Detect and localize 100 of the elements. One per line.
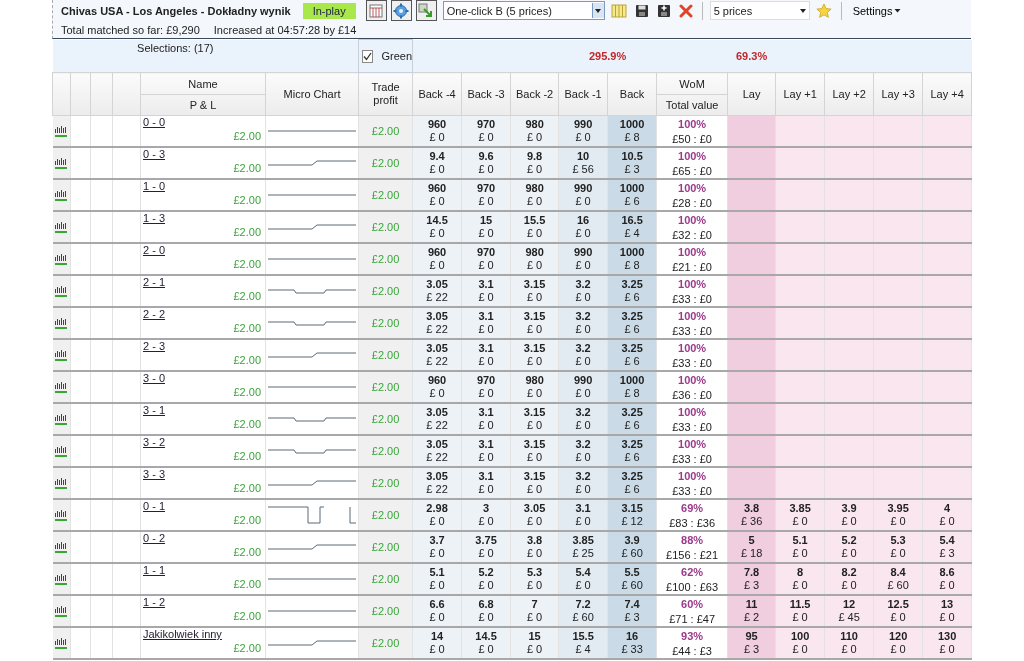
column-header[interactable]: Lay <box>727 72 776 116</box>
column-header[interactable]: Lay +2 <box>824 72 874 116</box>
back-price-cell[interactable]: 16.5 £ 4 <box>607 211 657 243</box>
back-price-cell[interactable]: 970 £ 0 <box>461 115 511 147</box>
back-price-cell[interactable]: 980 £ 0 <box>510 115 559 147</box>
star-icon[interactable] <box>815 2 832 19</box>
back-price-cell[interactable]: 960 £ 0 <box>412 371 462 403</box>
back-price-cell[interactable]: 3.15 £ 0 <box>510 339 559 371</box>
selection-link[interactable]: 2 - 1 <box>143 276 165 288</box>
back-price-cell[interactable]: 970 £ 0 <box>461 371 511 403</box>
selection-link[interactable]: 2 - 2 <box>143 308 165 320</box>
column-header[interactable]: Total value <box>657 93 728 115</box>
lay-price-cell[interactable]: 130 £ 0 <box>922 627 972 659</box>
lay-price-cell[interactable]: 5.1 £ 0 <box>775 531 825 563</box>
market-depth-icon[interactable] <box>54 156 69 170</box>
back-price-cell[interactable]: 3.15 £ 0 <box>510 403 559 435</box>
market-depth-icon[interactable] <box>54 284 69 298</box>
market-depth-icon[interactable] <box>54 604 69 618</box>
back-price-cell[interactable]: 3.2 £ 0 <box>558 275 608 307</box>
selection-link[interactable]: 0 - 2 <box>143 532 165 544</box>
back-price-cell[interactable]: 9.4 £ 0 <box>412 147 462 179</box>
selection-link[interactable]: 2 - 3 <box>143 340 165 352</box>
lay-price-cell[interactable]: 11 £ 2 <box>727 595 776 627</box>
selection-link[interactable]: 0 - 1 <box>143 500 165 512</box>
back-price-cell[interactable]: 3.9 £ 60 <box>607 531 657 563</box>
market-depth-icon[interactable] <box>54 348 69 362</box>
column-header[interactable]: Back -2 <box>510 72 559 116</box>
back-price-cell[interactable]: 980 £ 0 <box>510 243 559 275</box>
column-header[interactable]: Lay +1 <box>775 72 825 116</box>
lay-price-cell[interactable]: 5 £ 18 <box>727 531 776 563</box>
selection-link[interactable]: 3 - 2 <box>143 436 165 448</box>
back-price-cell[interactable]: 990 £ 0 <box>558 179 608 211</box>
back-price-cell[interactable]: 3.15 £ 12 <box>607 499 657 531</box>
back-price-cell[interactable]: 7.2 £ 60 <box>558 595 608 627</box>
back-price-cell[interactable]: 5.2 £ 0 <box>461 563 511 595</box>
back-price-cell[interactable]: 3 £ 0 <box>461 499 511 531</box>
selection-link[interactable]: 1 - 2 <box>143 596 165 608</box>
lay-price-cell[interactable]: 100 £ 0 <box>775 627 825 659</box>
column-header[interactable]: Lay +4 <box>922 72 972 116</box>
back-price-cell[interactable]: 3.1 £ 0 <box>461 275 511 307</box>
back-price-cell[interactable]: 7 £ 0 <box>510 595 559 627</box>
column-header[interactable]: P & L <box>141 93 265 115</box>
back-price-cell[interactable]: 1000 £ 8 <box>607 243 657 275</box>
selection-link[interactable]: 1 - 0 <box>143 180 165 192</box>
prices-dropdown[interactable]: 5 prices <box>709 1 810 20</box>
back-price-cell[interactable]: 9.8 £ 0 <box>510 147 559 179</box>
back-price-cell[interactable]: 15.5 £ 4 <box>558 627 608 659</box>
selection-link[interactable]: 3 - 3 <box>143 468 165 480</box>
back-price-cell[interactable]: 15 £ 0 <box>510 627 559 659</box>
lay-price-cell[interactable]: 12.5 £ 0 <box>873 595 923 627</box>
column-header[interactable]: Name <box>141 73 265 94</box>
market-depth-icon[interactable] <box>54 508 69 522</box>
column-header[interactable]: Back -1 <box>558 72 608 116</box>
market-depth-icon[interactable] <box>54 252 69 266</box>
back-price-cell[interactable]: 3.25 £ 6 <box>607 307 657 339</box>
market-depth-icon[interactable] <box>54 412 69 426</box>
save-plus-icon[interactable] <box>656 3 671 18</box>
lay-price-cell[interactable]: 13 £ 0 <box>922 595 972 627</box>
back-price-cell[interactable]: 960 £ 0 <box>412 243 462 275</box>
back-price-cell[interactable]: 3.05 £ 22 <box>412 403 462 435</box>
back-price-cell[interactable]: 9.6 £ 0 <box>461 147 511 179</box>
back-price-cell[interactable]: 3.8 £ 0 <box>510 531 559 563</box>
strategy-dropdown[interactable]: One-click B (5 prices) <box>442 1 605 20</box>
market-depth-icon[interactable] <box>54 540 69 554</box>
back-price-cell[interactable]: 6.6 £ 0 <box>412 595 462 627</box>
column-header[interactable]: Micro Chart <box>265 72 359 116</box>
back-price-cell[interactable]: 990 £ 0 <box>558 371 608 403</box>
column-header[interactable]: Back <box>607 72 657 116</box>
back-price-cell[interactable]: 3.15 £ 0 <box>510 307 559 339</box>
selection-link[interactable]: 3 - 1 <box>143 404 165 416</box>
selection-link[interactable]: 0 - 0 <box>143 116 165 128</box>
back-price-cell[interactable]: 14.5 £ 0 <box>461 627 511 659</box>
back-price-cell[interactable]: 3.15 £ 0 <box>510 467 559 499</box>
lay-price-cell[interactable]: 8.6 £ 0 <box>922 563 972 595</box>
lay-price-cell[interactable]: 110 £ 0 <box>824 627 874 659</box>
back-price-cell[interactable]: 14 £ 0 <box>412 627 462 659</box>
back-price-cell[interactable]: 3.25 £ 6 <box>607 403 657 435</box>
caret-icon[interactable] <box>799 6 808 15</box>
back-price-cell[interactable]: 3.05 £ 0 <box>510 499 559 531</box>
lay-price-cell[interactable]: 12 £ 45 <box>824 595 874 627</box>
selection-link[interactable]: 2 - 0 <box>143 244 165 256</box>
delete-icon[interactable] <box>678 3 693 18</box>
lay-price-cell[interactable]: 8 £ 0 <box>775 563 825 595</box>
lay-price-cell[interactable]: 3.9 £ 0 <box>824 499 874 531</box>
save-icon[interactable] <box>634 3 649 18</box>
column-header[interactable]: Back -4 <box>412 72 462 116</box>
back-price-cell[interactable]: 16 £ 33 <box>607 627 657 659</box>
back-price-cell[interactable]: 3.25 £ 6 <box>607 275 657 307</box>
selection-link[interactable]: 3 - 0 <box>143 372 165 384</box>
market-depth-icon[interactable] <box>54 380 69 394</box>
lay-price-cell[interactable]: 7.8 £ 3 <box>727 563 776 595</box>
market-depth-icon[interactable] <box>54 220 69 234</box>
back-price-cell[interactable]: 2.98 £ 0 <box>412 499 462 531</box>
back-price-cell[interactable]: 14.5 £ 0 <box>412 211 462 243</box>
back-price-cell[interactable]: 970 £ 0 <box>461 243 511 275</box>
lay-price-cell[interactable]: 95 £ 3 <box>727 627 776 659</box>
market-depth-icon[interactable] <box>54 476 69 490</box>
back-price-cell[interactable]: 3.1 £ 0 <box>461 435 511 467</box>
back-price-cell[interactable]: 10 £ 56 <box>558 147 608 179</box>
back-price-cell[interactable]: 3.25 £ 6 <box>607 339 657 371</box>
